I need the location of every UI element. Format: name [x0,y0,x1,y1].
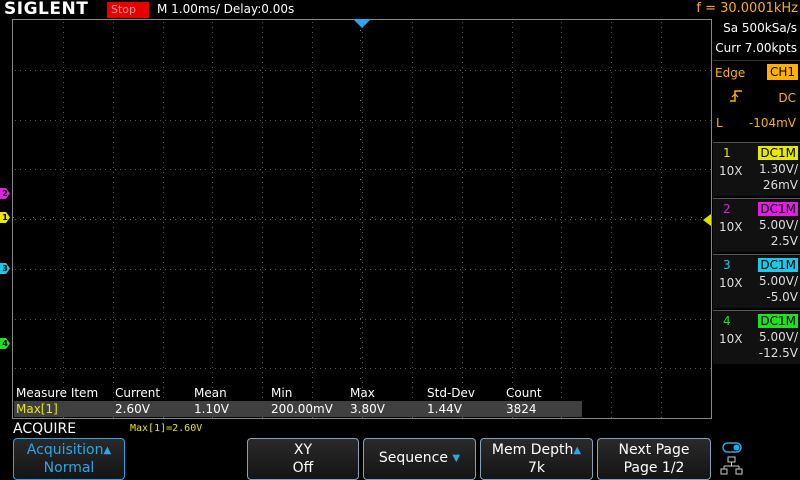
trigger-type: Edge [715,66,746,80]
softkey-label: Mem Depth [491,442,574,458]
status-icons [715,440,800,480]
arrow-down-icon: ▼ [452,453,461,464]
measurement-table: Measure Item Current Mean Min Max Std-De… [14,385,582,417]
vertical-scale: 5.00V/ [759,218,798,232]
channel-2-info[interactable]: 2 DC1M 10X 5.00V/ 2.5V [713,198,800,252]
sample-rate: Sa 500kSa/s [723,21,797,35]
right-info-panel: Sa 500kSa/s Curr 7.00kpts Edge CH1 DC L … [713,19,800,419]
trigger-coupling: DC [778,91,796,105]
softkey-value: Page 1/2 [623,460,685,476]
frequency-counter: f = 30.0001kHz [696,1,798,16]
trigger-source: CH1 [766,64,798,80]
ch4-offset-marker[interactable]: 4 [0,338,10,349]
mem-depth-softkey[interactable]: Mem Depth▲ 7k [480,438,593,480]
vertical-offset: -5.0V [766,290,798,304]
siglent-logo: SIGLENT [4,0,89,19]
channel-number: 3 [723,258,731,272]
softkey-label: Next Page [618,442,690,458]
memory-depth-status: Curr 7.00kpts [715,41,797,55]
ch2-offset-marker[interactable]: 2 [0,188,10,199]
channel-coupling: DC1M [758,258,798,272]
measure-header: Min [271,386,293,400]
channel-number: 1 [723,146,731,160]
measure-cell: 2.60V [115,402,150,416]
vertical-offset: 2.5V [770,234,798,248]
vertical-scale: 5.00V/ [759,330,798,344]
probe-attenuation: 10X [719,332,743,346]
timebase-readout: M 1.00ms/ Delay:0.00s [157,2,295,16]
menu-title: ACQUIRE [13,421,77,437]
measure-cell: 1.44V [427,402,462,416]
trigger-position-marker[interactable] [353,19,371,28]
measure-header: Measure Item [16,386,99,400]
measure-readout: Max[1]=2.60V [130,423,203,434]
measure-header: Current [115,386,161,400]
measure-cell: Max[1] [16,402,58,416]
channel-coupling: DC1M [758,146,798,160]
rising-edge-icon [729,89,743,107]
waveform-grid[interactable] [12,19,712,419]
measure-header: Mean [194,386,227,400]
softkey-label: Sequence [378,450,448,466]
trigger-level-marker[interactable] [703,214,711,226]
acquisition-softkey[interactable]: Acquisition▲ Normal [13,438,125,480]
network-icon [720,456,743,475]
measure-header: Std-Dev [427,386,475,400]
measure-header: Count [506,386,542,400]
measure-header: Max [350,386,375,400]
run-stop-status: Stop [107,2,149,18]
toggle-icon [722,442,742,453]
channel-number: 2 [723,202,731,216]
arrow-up-icon: ▲ [103,445,112,456]
measure-cell: 200.00mV [271,402,333,416]
top-status-bar: SIGLENT Stop M 1.00ms/ Delay:0.00s f = 3… [0,0,800,19]
measure-cell: 3824 [506,402,537,416]
trigger-info[interactable]: Edge CH1 DC L -104mV [713,60,800,153]
softkey-value: Off [292,460,314,476]
softkey-label: Acquisition [26,442,104,458]
vertical-offset: 26mV [762,178,798,192]
measure-header-row: Measure Item Current Mean Min Max Std-De… [14,385,582,401]
channel-coupling: DC1M [758,314,798,328]
channel-coupling: DC1M [758,202,798,216]
measure-value-row: Max[1] 2.60V 1.10V 200.00mV 3.80V 1.44V … [14,401,582,417]
graticule [13,20,711,418]
softkey-label: XY [293,442,313,458]
channel-number: 4 [723,314,731,328]
next-page-softkey[interactable]: Next Page Page 1/2 [597,438,711,480]
softkey-value: 7k [527,460,545,476]
vertical-offset: -12.5V [758,346,798,360]
channel-1-info[interactable]: 1 DC1M 10X 1.30V/ 26mV [713,142,800,196]
channel-4-info[interactable]: 4 DC1M 10X 5.00V/ -12.5V [713,310,800,364]
trigger-level: -104mV [748,116,796,130]
ch1-offset-marker[interactable]: 1 [0,212,10,223]
softkey-value: Normal [43,460,95,476]
probe-attenuation: 10X [719,220,743,234]
ch3-offset-marker[interactable]: 3 [0,263,10,274]
measure-cell: 1.10V [194,402,229,416]
trigger-level-label: L [716,116,723,130]
probe-attenuation: 10X [719,276,743,290]
xy-softkey[interactable]: XY Off [247,438,359,480]
vertical-scale: 5.00V/ [759,274,798,288]
measure-cell: 3.80V [350,402,385,416]
sequence-softkey[interactable]: Sequence ▼ [363,438,476,480]
channel-3-info[interactable]: 3 DC1M 10X 5.00V/ -5.0V [713,254,800,308]
arrow-up-icon: ▲ [573,445,582,456]
probe-attenuation: 10X [719,164,743,178]
vertical-scale: 1.30V/ [759,162,798,176]
